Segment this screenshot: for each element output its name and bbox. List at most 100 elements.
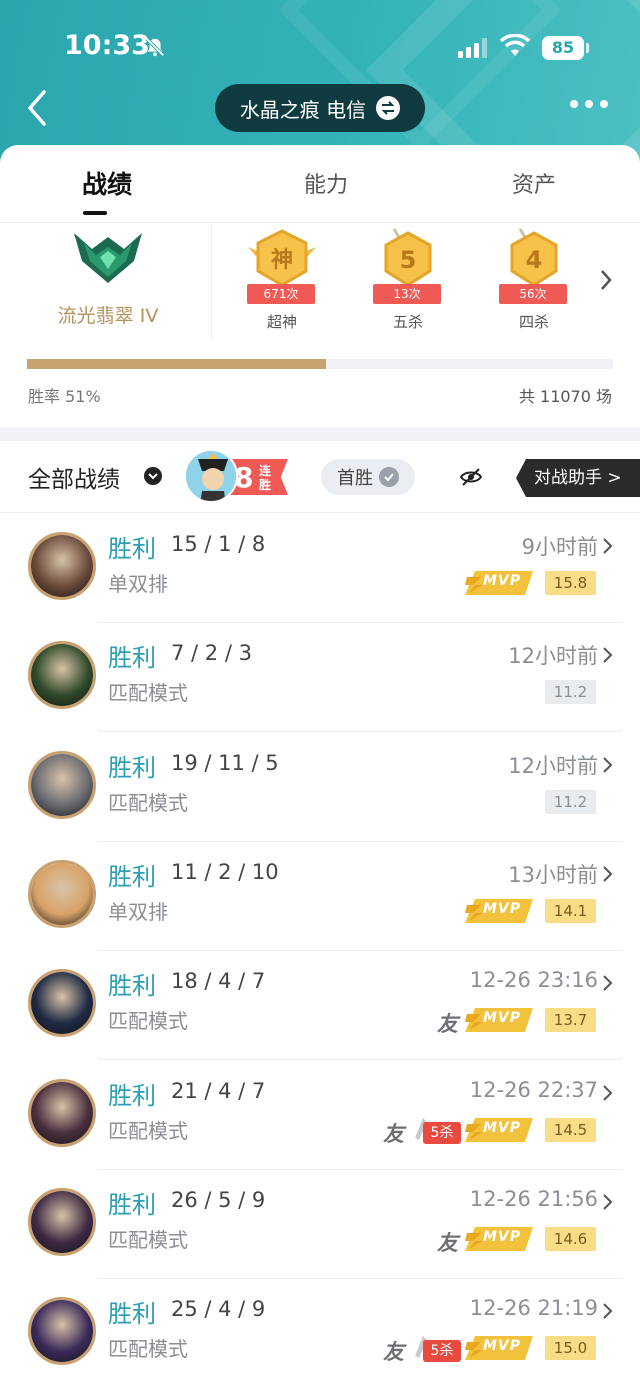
chevron-right-icon <box>603 1194 613 1210</box>
server-switch-button[interactable]: 水晶之痕 电信 <box>215 84 425 132</box>
rank-block[interactable]: 流光翡翠 IV <box>28 225 188 335</box>
champion-avatar <box>28 641 96 710</box>
match-kda: 26 / 5 / 9 <box>171 1187 266 1212</box>
win-rate-bar-fill <box>27 359 326 369</box>
medal-label: 超神 <box>266 313 297 331</box>
champion-avatar <box>28 1078 96 1147</box>
match-score: 15.8 <box>545 571 596 595</box>
match-row[interactable]: 胜利 26 / 5 / 9 匹配模式 12-26 21:56 14.6 MVP 友 <box>0 1170 640 1279</box>
medal-count: 13次 <box>373 284 441 304</box>
medal-count: 56次 <box>499 284 567 304</box>
champion-portrait <box>31 862 93 925</box>
battery-indicator: 85 <box>542 36 584 60</box>
streak-avatar <box>184 449 238 503</box>
champion-avatar <box>28 1187 96 1256</box>
streak-text: 连胜 <box>259 464 272 492</box>
mvp-icon: MVP <box>465 571 533 595</box>
filter-bar: 全部战绩 8 连胜 首胜 对战助手 > <box>0 441 640 513</box>
medal-legendary[interactable]: 神 671次 超神 <box>237 227 327 337</box>
champion-avatar <box>28 532 96 600</box>
match-row[interactable]: 胜利 19 / 11 / 5 匹配模式 12小时前 11.2 <box>0 733 640 842</box>
friend-icon: 友 <box>383 1340 404 1365</box>
champion-portrait <box>31 1190 93 1253</box>
match-row[interactable]: 胜利 15 / 1 / 8 单双排 9小时前 15.8 MVP <box>0 514 640 623</box>
match-score: 15.0 <box>545 1336 596 1361</box>
match-result: 胜利 <box>108 753 156 782</box>
rank-emblem-icon <box>74 233 142 283</box>
back-icon[interactable] <box>24 88 52 128</box>
match-mode: 单双排 <box>108 899 168 924</box>
mvp-label: MVP <box>483 573 522 589</box>
match-row[interactable]: 胜利 21 / 4 / 7 匹配模式 12-26 22:37 14.5 MVP 5杀 友 <box>0 1061 640 1170</box>
match-kda: 11 / 2 / 10 <box>171 859 279 884</box>
chevron-right-icon <box>603 1084 613 1101</box>
penta-kill-icon: 5杀 <box>411 1334 461 1364</box>
match-result: 胜利 <box>108 862 156 891</box>
match-mode: 单双排 <box>108 572 168 596</box>
champion-portrait <box>31 535 93 597</box>
match-mode: 匹配模式 <box>108 1227 188 1252</box>
tab-assets[interactable]: 资产 <box>512 167 556 199</box>
match-row[interactable]: 胜利 18 / 4 / 7 匹配模式 12-26 23:16 13.7 MVP 友 <box>0 951 640 1061</box>
match-mode: 匹配模式 <box>108 681 188 706</box>
chevron-right-icon <box>603 756 613 773</box>
svg-text:神: 神 <box>271 247 293 273</box>
medal-label: 五杀 <box>392 313 423 331</box>
friend-icon: 友 <box>437 1012 458 1037</box>
medal-penta-kill[interactable]: 5 13次 五杀 <box>363 227 453 337</box>
match-mode: 匹配模式 <box>108 1337 188 1362</box>
match-row[interactable]: 胜利 7 / 2 / 3 匹配模式 12小时前 11.2 <box>0 623 640 733</box>
svg-text:5: 5 <box>400 246 417 274</box>
match-row[interactable]: 胜利 11 / 2 / 10 单双排 13小时前 14.1 MVP <box>0 842 640 951</box>
mvp-icon: MVP <box>465 1336 533 1361</box>
record-filter-dropdown[interactable]: 全部战绩 <box>28 460 120 494</box>
match-result: 胜利 <box>108 644 156 673</box>
medal-quadra-kill[interactable]: 4 56次 四杀 <box>489 227 579 337</box>
match-score: 13.7 <box>545 1008 596 1033</box>
quadra-kill-medal-icon: 4 <box>510 228 558 287</box>
penta-kill-medal-icon: 5 <box>384 228 432 287</box>
wifi-icon <box>500 34 530 56</box>
tab-record[interactable]: 战绩 <box>82 165 132 201</box>
chevron-right-icon[interactable] <box>598 267 614 293</box>
eye-hidden-icon[interactable] <box>459 465 483 489</box>
friend-icon: 友 <box>437 1230 458 1255</box>
match-time: 12小时前 <box>508 644 598 669</box>
champion-portrait <box>31 1300 93 1363</box>
champion-portrait <box>31 644 93 707</box>
match-result: 胜利 <box>108 1190 156 1219</box>
more-options-icon[interactable] <box>570 100 610 112</box>
champion-portrait <box>31 1081 93 1144</box>
mvp-label: MVP <box>483 1228 522 1245</box>
first-win-toggle[interactable]: 首胜 <box>321 459 415 495</box>
tab-active-indicator <box>83 211 107 215</box>
main-panel: 战绩 能力 资产 流光翡翠 IV 神 671次 超神 5 13次 五杀 4 56… <box>0 145 640 1387</box>
total-games-label: 共 11070 场 <box>518 387 612 406</box>
legendary-medal-icon: 神 <box>248 229 316 287</box>
mvp-label: MVP <box>483 1119 522 1136</box>
section-divider <box>0 427 640 441</box>
match-kda: 15 / 1 / 8 <box>171 532 266 556</box>
match-kda: 21 / 4 / 7 <box>171 1078 266 1103</box>
tab-ability[interactable]: 能力 <box>304 167 348 199</box>
match-score: 14.5 <box>545 1117 596 1142</box>
tab-bar: 战绩 能力 资产 <box>0 145 640 223</box>
chevron-right-icon <box>603 1303 613 1319</box>
bell-muted-icon <box>145 37 165 57</box>
divider <box>211 225 212 340</box>
penta-kill-icon: 5杀 <box>411 1116 461 1146</box>
match-score: 14.6 <box>545 1226 596 1251</box>
match-score: 11.2 <box>545 680 596 705</box>
chevron-right-icon <box>603 647 613 664</box>
chevron-down-icon[interactable] <box>143 466 163 486</box>
win-rate-bar <box>27 359 613 369</box>
battle-assistant-button[interactable]: 对战助手 > <box>516 459 640 497</box>
penta-kill-label: 5杀 <box>423 1121 461 1144</box>
status-time: 10:33 <box>64 30 150 61</box>
match-kda: 18 / 4 / 7 <box>171 969 266 994</box>
friend-icon: 友 <box>383 1121 404 1146</box>
match-row[interactable]: 胜利 25 / 4 / 9 匹配模式 12-26 21:19 15.0 MVP 5杀 友 <box>0 1279 640 1387</box>
rank-name: 流光翡翠 IV <box>57 305 159 327</box>
mvp-icon: MVP <box>465 898 533 923</box>
match-time: 12-26 22:37 <box>469 1077 598 1102</box>
